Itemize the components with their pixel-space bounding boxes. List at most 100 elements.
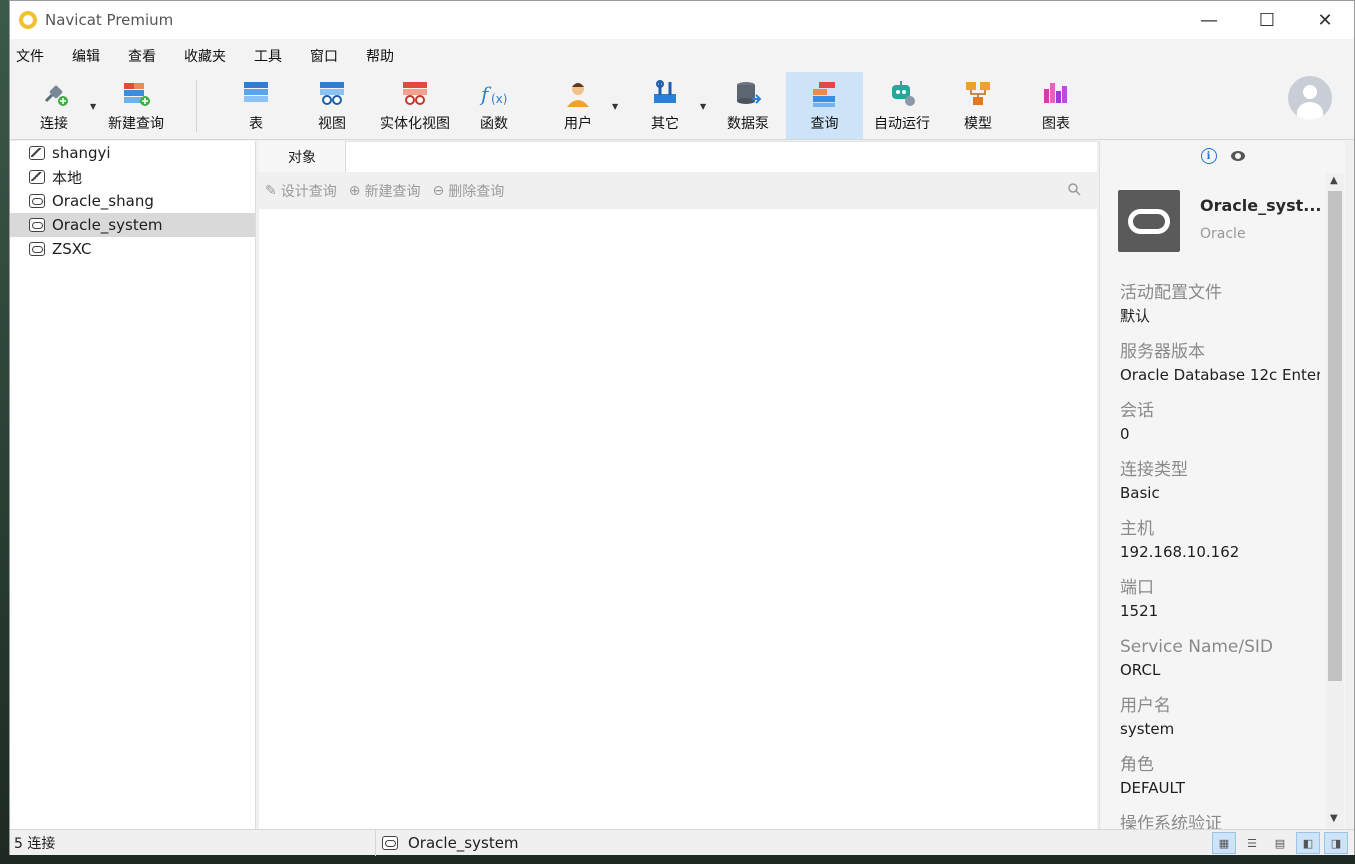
- property-label: 主机: [1120, 519, 1154, 539]
- connection-label: Oracle_system: [52, 216, 163, 234]
- chart-button[interactable]: 图表: [1034, 72, 1078, 139]
- new-query-label: 新建查询: [108, 116, 164, 132]
- automation-button[interactable]: 自动运行: [870, 72, 934, 139]
- data-pump-label: 数据泵: [727, 116, 769, 132]
- property-label: 会话: [1120, 401, 1154, 421]
- object-panel: 对象 ✎ 设计查询 ⊕ 新建查询 ⊖ 删除查询: [259, 141, 1097, 829]
- grid-view-icon[interactable]: ▦: [1212, 832, 1236, 854]
- automation-label: 自动运行: [874, 116, 930, 132]
- function-button[interactable]: f (x) 函数: [472, 72, 516, 139]
- menu-favorites[interactable]: 收藏夹: [184, 46, 240, 66]
- design-query-button[interactable]: ✎ 设计查询: [265, 181, 337, 201]
- menu-edit[interactable]: 编辑: [72, 46, 114, 66]
- materialized-view-label: 实体化视图: [380, 116, 450, 132]
- connection-summary: Oracle_syst... Oracle: [1118, 190, 1321, 252]
- property-value: Oracle Database 12c Enterp: [1120, 366, 1320, 384]
- chart-icon: [1044, 83, 1067, 103]
- new-query-button[interactable]: 新建查询: [106, 72, 166, 139]
- eye-icon[interactable]: [1230, 151, 1245, 161]
- property-list: 活动配置文件 默认 服务器版本 Oracle Database 12c Ente…: [1120, 281, 1320, 829]
- panel-right-icon[interactable]: ◨: [1324, 832, 1348, 854]
- search-icon[interactable]: [1067, 182, 1081, 196]
- plug-icon: [44, 85, 68, 106]
- table-button[interactable]: 表: [234, 72, 278, 139]
- maximize-button[interactable]: ☐: [1238, 1, 1296, 39]
- menu-view[interactable]: 查看: [128, 46, 170, 66]
- user-label: 用户: [564, 116, 592, 132]
- table-label: 表: [249, 116, 263, 132]
- new-query-action-label: 新建查询: [364, 183, 421, 200]
- view-button[interactable]: 视图: [308, 72, 356, 139]
- connection-label: 本地: [52, 168, 83, 187]
- plus-circle-icon: ⊕: [348, 182, 361, 199]
- user-avatar[interactable]: [1288, 76, 1332, 120]
- close-button[interactable]: ✕: [1296, 1, 1354, 39]
- property-label: Service Name/SID: [1120, 637, 1274, 657]
- connection-item-local[interactable]: 本地: [10, 165, 255, 189]
- connect-dropdown-icon[interactable]: ▼: [90, 102, 96, 111]
- new-query-icon: [124, 83, 150, 106]
- navicat-logo-icon: [19, 11, 37, 29]
- minus-circle-icon: ⊖: [432, 182, 445, 199]
- query-label: 查询: [810, 116, 839, 132]
- scroll-down-icon[interactable]: ▼: [1330, 813, 1338, 824]
- info-icon[interactable]: i: [1200, 148, 1217, 164]
- connection-item-zsxc[interactable]: ZSXC: [10, 237, 255, 261]
- design-query-label: 设计查询: [280, 183, 337, 200]
- connection-label: shangyi: [52, 144, 111, 162]
- user-dropdown-icon[interactable]: ▼: [612, 102, 618, 111]
- scroll-up-icon[interactable]: ▲: [1330, 175, 1338, 186]
- property-label: 服务器版本: [1120, 342, 1205, 362]
- minimize-button[interactable]: —: [1180, 1, 1238, 39]
- status-bar: 5 连接 Oracle_system ▦ ☰ ▤ ◧ ◨: [10, 829, 1354, 856]
- property-item: 会话 0: [1120, 399, 1320, 445]
- panel-left-icon[interactable]: ◧: [1296, 832, 1320, 854]
- connection-item-oracle-system[interactable]: Oracle_system: [10, 213, 255, 237]
- other-button[interactable]: 其它: [642, 72, 688, 139]
- user-button[interactable]: 用户: [556, 72, 600, 139]
- current-connection: Oracle_system: [376, 834, 519, 852]
- model-button[interactable]: 模型: [956, 72, 1000, 139]
- query-icon: [812, 82, 835, 107]
- menu-tools[interactable]: 工具: [254, 46, 296, 66]
- tab-objects[interactable]: 对象: [259, 141, 346, 172]
- property-item: 操作系统验证: [1120, 812, 1320, 829]
- materialized-view-button[interactable]: 实体化视图: [374, 72, 456, 139]
- detail-view-icon[interactable]: ▤: [1268, 832, 1292, 854]
- view-icon: [320, 82, 344, 105]
- connection-tree: shangyi 本地 Oracle_shang Oracle_system ZS…: [10, 141, 256, 829]
- property-value: ORCL: [1120, 661, 1161, 679]
- info-panel-tabs: i: [1100, 141, 1345, 171]
- data-pump-button[interactable]: 数据泵: [722, 72, 774, 139]
- connect-button[interactable]: 连接: [28, 72, 80, 139]
- menu-file[interactable]: 文件: [16, 46, 58, 66]
- tab-bar: 对象: [259, 141, 1097, 172]
- scroll-thumb[interactable]: [1328, 191, 1342, 681]
- delete-query-button[interactable]: ⊖ 删除查询: [432, 181, 504, 201]
- info-panel-scrollbar[interactable]: ▲ ▼: [1326, 173, 1344, 828]
- table-icon: [244, 82, 268, 102]
- list-view-icon[interactable]: ☰: [1240, 832, 1264, 854]
- query-button[interactable]: 查询: [786, 72, 863, 139]
- mysql-connection-icon: [29, 146, 45, 160]
- property-label: 操作系统验证: [1120, 814, 1222, 829]
- connection-item-oracle-shang[interactable]: Oracle_shang: [10, 189, 255, 213]
- connection-count: 5 连接: [10, 829, 376, 856]
- connection-name: Oracle_syst...: [1200, 196, 1322, 215]
- connection-label: ZSXC: [52, 240, 92, 258]
- oracle-connection-icon: [29, 218, 45, 232]
- property-item: 活动配置文件 默认: [1120, 281, 1320, 327]
- connection-type: Oracle: [1200, 226, 1246, 242]
- desktop-taskbar-edge: [0, 855, 1355, 864]
- property-value: Basic: [1120, 484, 1160, 502]
- other-dropdown-icon[interactable]: ▼: [700, 102, 706, 111]
- other-label: 其它: [651, 116, 679, 132]
- connect-label: 连接: [40, 116, 68, 132]
- window-title: Navicat Premium: [45, 11, 174, 29]
- property-value: DEFAULT: [1120, 779, 1185, 797]
- menu-help[interactable]: 帮助: [366, 46, 408, 66]
- menu-window[interactable]: 窗口: [310, 46, 352, 66]
- navicat-window: Navicat Premium — ☐ ✕ 文件 编辑 查看 收藏夹 工具 窗口…: [9, 0, 1355, 856]
- new-query-action-button[interactable]: ⊕ 新建查询: [349, 181, 421, 201]
- connection-item-shangyi[interactable]: shangyi: [10, 141, 255, 165]
